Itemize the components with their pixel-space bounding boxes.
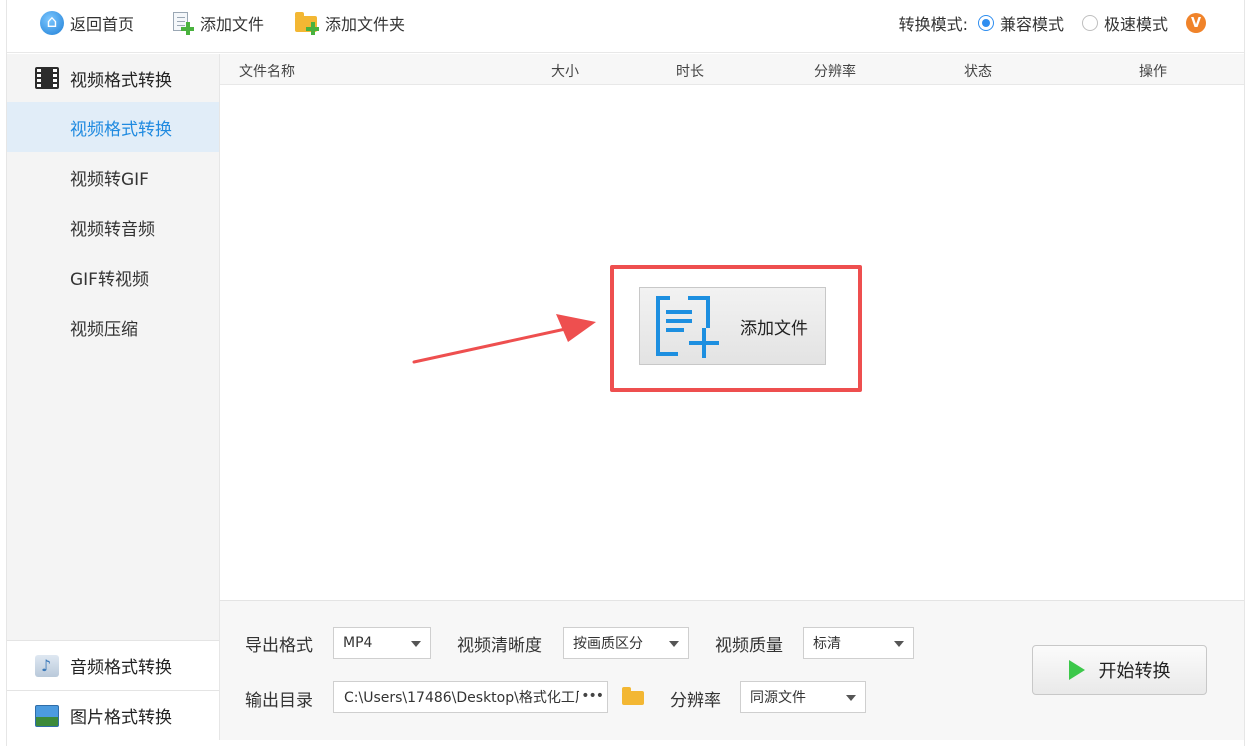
home-icon xyxy=(40,10,64,35)
mode-compatible-radio[interactable]: 兼容模式 xyxy=(977,11,1064,35)
radio-checked-icon xyxy=(977,15,994,31)
sidebar-item-label: GIF转视频 xyxy=(70,269,149,290)
chevron-down-icon xyxy=(846,695,856,701)
audio-icon xyxy=(35,654,59,677)
quality-select[interactable]: 标清 xyxy=(803,627,914,659)
clarity-value: 按画质区分 xyxy=(573,636,643,652)
add-folder-icon xyxy=(295,11,319,35)
sidebar-item-video-convert[interactable]: 视频格式转换 xyxy=(7,102,219,152)
film-icon xyxy=(35,67,59,89)
resolution-label: 分辨率 xyxy=(670,691,721,711)
sidebar-item-label: 视频压缩 xyxy=(70,319,138,340)
add-folder-label: 添加文件夹 xyxy=(325,15,406,34)
home-button[interactable]: 返回首页 xyxy=(40,10,134,36)
vip-badge-icon[interactable]: V xyxy=(1186,13,1206,33)
chevron-down-icon xyxy=(411,641,421,647)
sidebar-section-label: 视频格式转换 xyxy=(70,70,172,91)
output-dir-field[interactable]: C:\Users\17486\Desktop\格式化工厂 ••• xyxy=(333,681,608,713)
table-header: 文件名称 大小 时长 分辨率 状态 操作 xyxy=(220,54,1244,85)
start-convert-button[interactable]: 开始转换 xyxy=(1032,645,1207,695)
mode-fast-radio[interactable]: 极速模式 xyxy=(1081,11,1168,35)
add-folder-button[interactable]: 添加文件夹 xyxy=(295,10,405,36)
column-status: 状态 xyxy=(964,64,992,80)
add-file-center-label: 添加文件 xyxy=(740,318,808,339)
add-file-center-button[interactable]: 添加文件 xyxy=(639,287,826,365)
quality-label: 视频质量 xyxy=(715,636,783,656)
sidebar-item-gif-to-video[interactable]: GIF转视频 xyxy=(7,252,219,302)
format-label: 导出格式 xyxy=(245,636,313,656)
chevron-down-icon xyxy=(669,641,679,647)
mode-fast-label: 极速模式 xyxy=(1103,15,1168,34)
resolution-value: 同源文件 xyxy=(750,690,806,706)
column-filename: 文件名称 xyxy=(239,64,295,80)
file-list-area: 文件名称 大小 时长 分辨率 状态 操作 添加文件 xyxy=(219,54,1244,600)
sidebar-section-label: 音频格式转换 xyxy=(70,658,172,678)
top-toolbar: 返回首页 添加文件 添加文件夹 转换模式: 兼容模式 极速模式 V xyxy=(7,0,1244,53)
sidebar-section-video[interactable]: 视频格式转换 xyxy=(7,54,219,102)
clarity-label: 视频清晰度 xyxy=(457,636,542,656)
column-size: 大小 xyxy=(551,64,579,80)
sidebar-bottom: 音频格式转换 图片格式转换 xyxy=(7,640,219,740)
mode-compatible-label: 兼容模式 xyxy=(999,15,1064,34)
sidebar-item-video-compress[interactable]: 视频压缩 xyxy=(7,302,219,352)
sidebar-item-label: 视频格式转换 xyxy=(70,119,172,140)
chevron-down-icon xyxy=(894,641,904,647)
start-convert-label: 开始转换 xyxy=(1098,661,1171,682)
open-folder-icon[interactable] xyxy=(622,687,644,705)
sidebar-section-image[interactable]: 图片格式转换 xyxy=(7,690,219,740)
app-window: 返回首页 添加文件 添加文件夹 转换模式: 兼容模式 极速模式 V 视频 xyxy=(0,0,1251,746)
add-file-big-icon xyxy=(656,296,719,358)
sidebar-item-label: 视频转音频 xyxy=(70,219,155,240)
add-file-button[interactable]: 添加文件 xyxy=(170,10,264,36)
column-resolution: 分辨率 xyxy=(814,64,856,80)
image-icon xyxy=(35,704,59,727)
format-select[interactable]: MP4 xyxy=(333,627,431,659)
output-dir-value: C:\Users\17486\Desktop\格式化工厂 xyxy=(344,690,589,706)
format-value: MP4 xyxy=(343,635,373,651)
sidebar-item-label: 视频转GIF xyxy=(70,169,149,190)
play-icon xyxy=(1068,660,1085,680)
radio-unchecked-icon xyxy=(1081,15,1098,31)
sidebar: 视频格式转换 视频格式转换 视频转GIF 视频转音频 GIF转视频 视频压缩 音… xyxy=(7,54,219,740)
add-file-label: 添加文件 xyxy=(200,15,265,34)
output-dir-label: 输出目录 xyxy=(245,691,313,711)
sidebar-item-video-to-audio[interactable]: 视频转音频 xyxy=(7,202,219,252)
sidebar-item-video-to-gif[interactable]: 视频转GIF xyxy=(7,152,219,202)
mode-label: 转换模式: xyxy=(898,15,968,34)
column-actions: 操作 xyxy=(1139,64,1167,80)
convert-mode: 转换模式: 兼容模式 极速模式 V xyxy=(899,10,1206,36)
pointer-arrow-icon xyxy=(412,314,596,364)
home-label: 返回首页 xyxy=(70,15,135,34)
clarity-select[interactable]: 按画质区分 xyxy=(563,627,689,659)
column-duration: 时长 xyxy=(676,64,704,80)
sidebar-section-audio[interactable]: 音频格式转换 xyxy=(7,640,219,690)
more-icon[interactable]: ••• xyxy=(579,688,604,704)
resolution-select[interactable]: 同源文件 xyxy=(740,681,866,713)
add-file-icon xyxy=(170,11,194,35)
quality-value: 标清 xyxy=(813,636,841,652)
output-settings: 导出格式 MP4 视频清晰度 按画质区分 视频质量 标清 输出目录 C:\Use… xyxy=(219,600,1244,740)
sidebar-section-label: 图片格式转换 xyxy=(70,708,172,728)
